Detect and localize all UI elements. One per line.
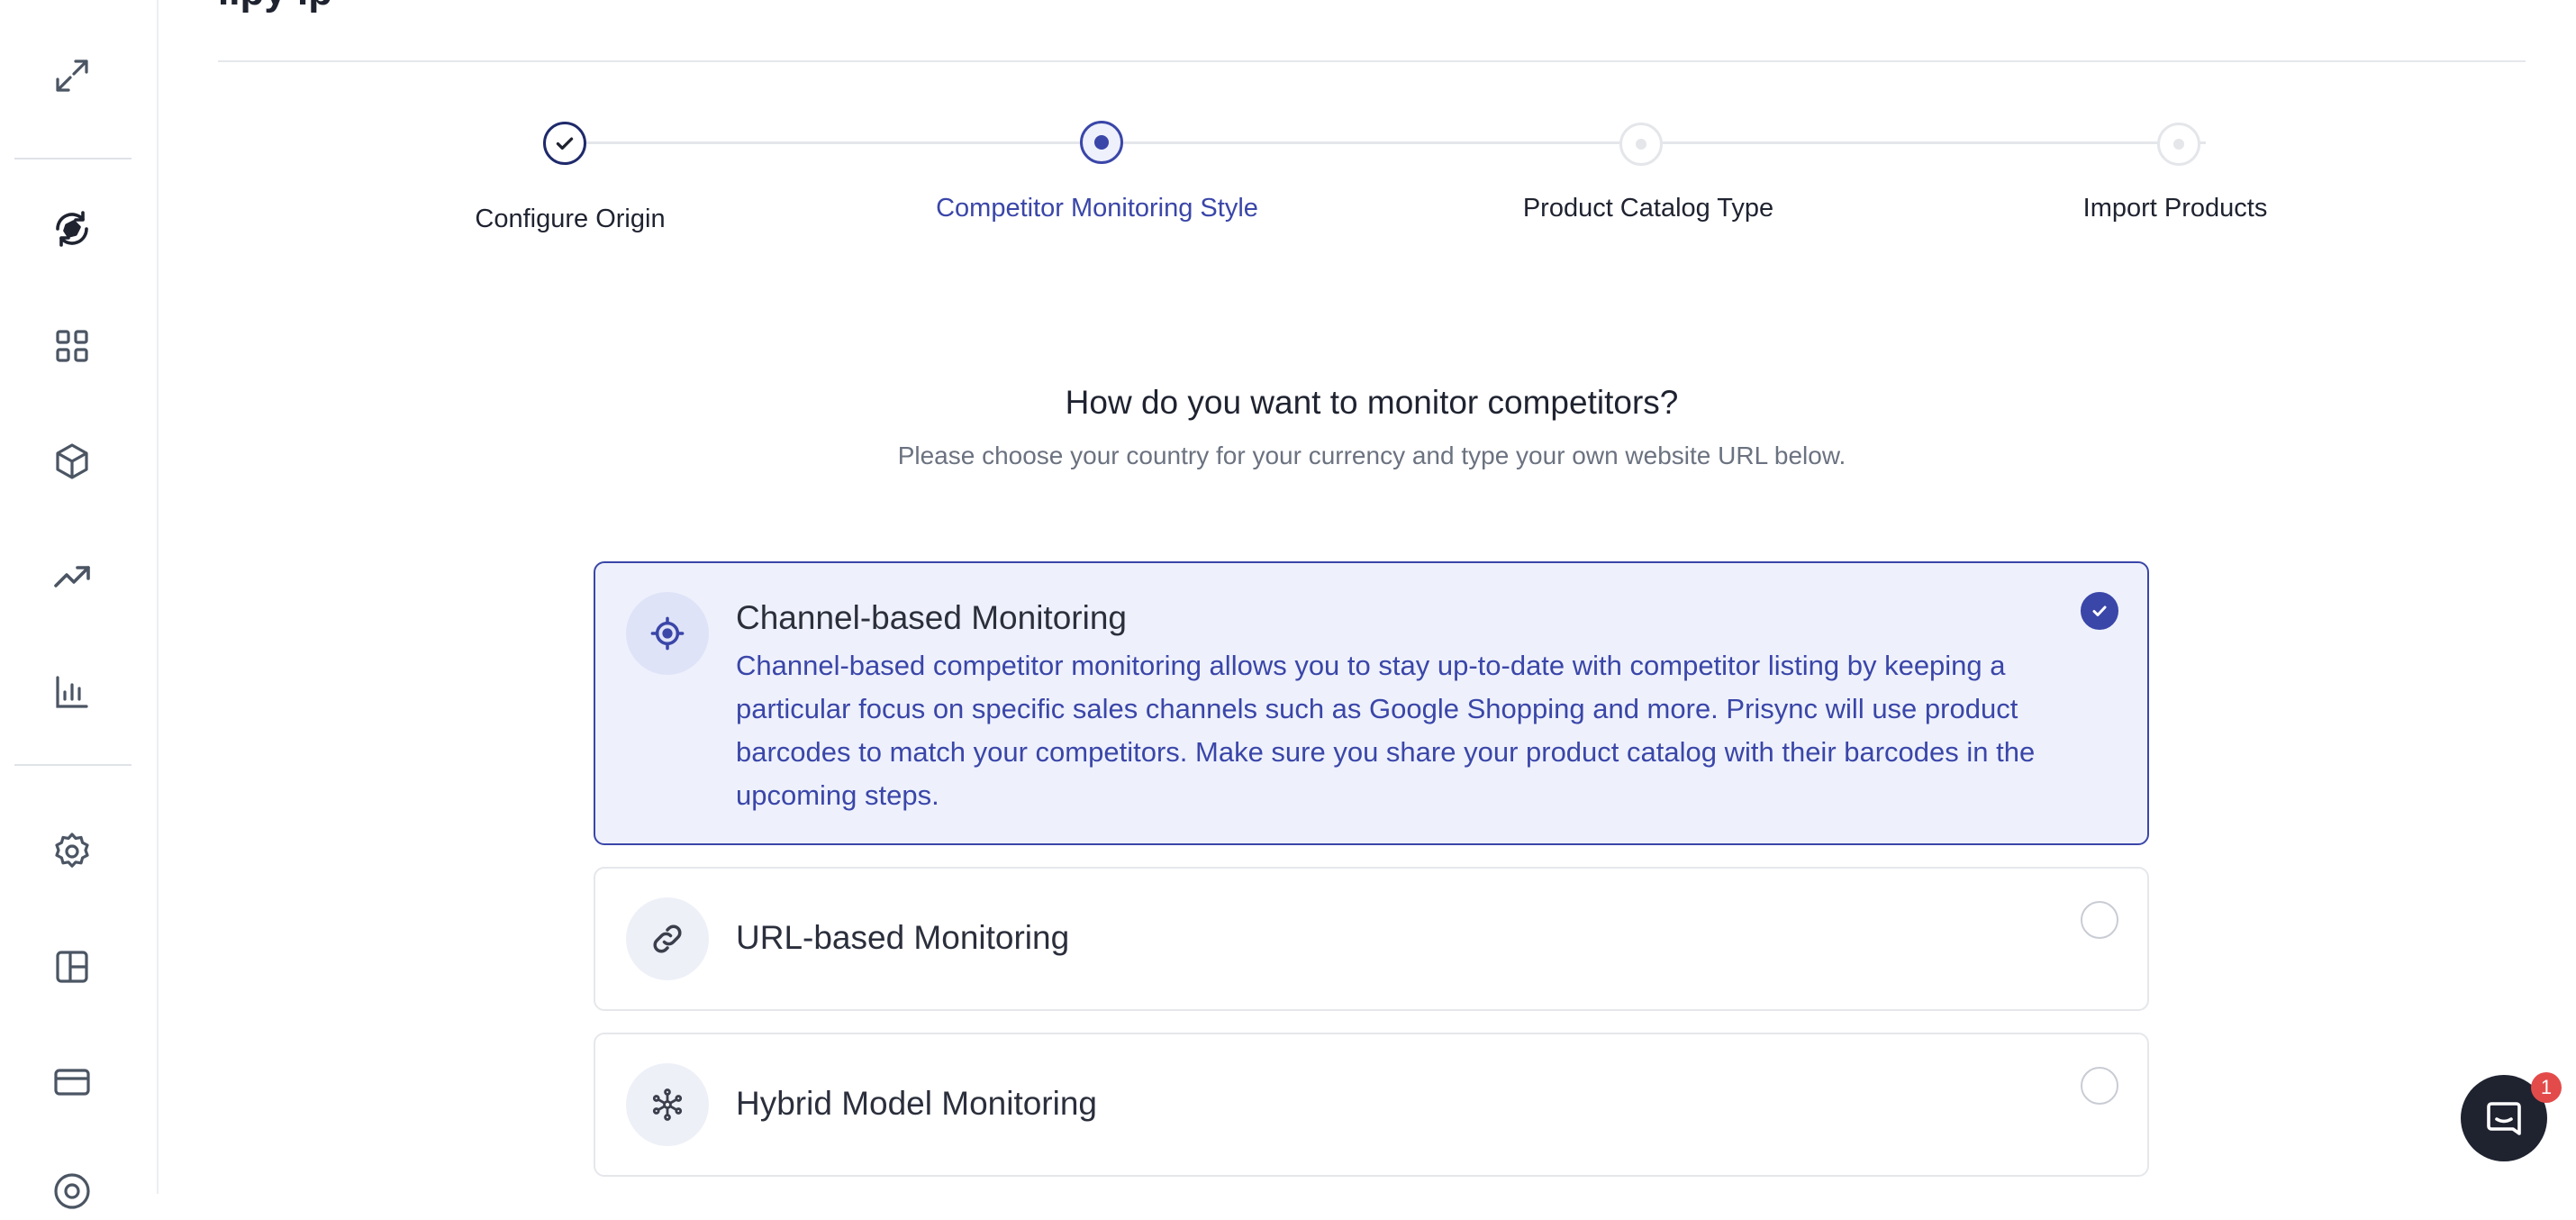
header-divider [218,60,2526,62]
option-title: Hybrid Model Monitoring [736,1085,1098,1122]
option-radio[interactable] [2081,1067,2118,1105]
bar-chart-icon[interactable] [43,663,101,721]
option-card-hybrid-model[interactable]: Hybrid Model Monitoring [594,1033,2149,1177]
step-label-product-catalog-type[interactable]: Product Catalog Type [1523,194,1773,223]
step-completed-check-icon[interactable] [543,122,586,165]
layout-panels-icon[interactable] [43,938,101,996]
option-card-channel-based[interactable]: Channel-based Monitoring Channel-based c… [594,561,2149,845]
dashboard-grid-icon[interactable] [43,317,101,375]
help-icon[interactable] [43,1162,101,1220]
question-title: How do you want to monitor competitors? [1065,384,1679,421]
step-active-icon[interactable] [1080,121,1123,164]
option-radio-checked[interactable] [2081,592,2118,630]
option-radio[interactable] [2081,901,2118,939]
option-card-url-based[interactable]: URL-based Monitoring [594,867,2149,1011]
expand-icon[interactable] [43,47,101,105]
notification-badge: 1 [2531,1072,2562,1103]
step-label-import-products[interactable]: Import Products [2083,194,2268,223]
link-icon [626,897,709,980]
chat-icon [2487,1102,2521,1135]
hybrid-network-icon [626,1063,709,1146]
step-pending-icon[interactable] [2157,123,2200,166]
trend-up-icon[interactable] [43,548,101,605]
settings-gear-icon[interactable] [43,823,101,880]
step-pending-icon[interactable] [1619,123,1663,166]
option-title: URL-based Monitoring [736,919,1070,956]
option-title: Channel-based Monitoring [736,599,1127,636]
price-tag-sync-icon[interactable] [43,200,101,258]
question-subtitle: Please choose your country for your curr… [897,442,1846,469]
step-label-competitor-monitoring-style[interactable]: Competitor Monitoring Style [936,194,1258,223]
target-icon [626,592,709,675]
step-label-configure-origin[interactable]: Configure Origin [475,205,665,234]
sidebar-divider [14,158,132,159]
stepper-track [585,141,2206,144]
sidebar [0,0,159,1209]
option-description: Channel-based competitor monitoring allo… [736,650,2036,811]
sidebar-divider [14,764,132,766]
page-title: ..py .p [218,0,332,14]
credit-card-icon[interactable] [43,1053,101,1111]
